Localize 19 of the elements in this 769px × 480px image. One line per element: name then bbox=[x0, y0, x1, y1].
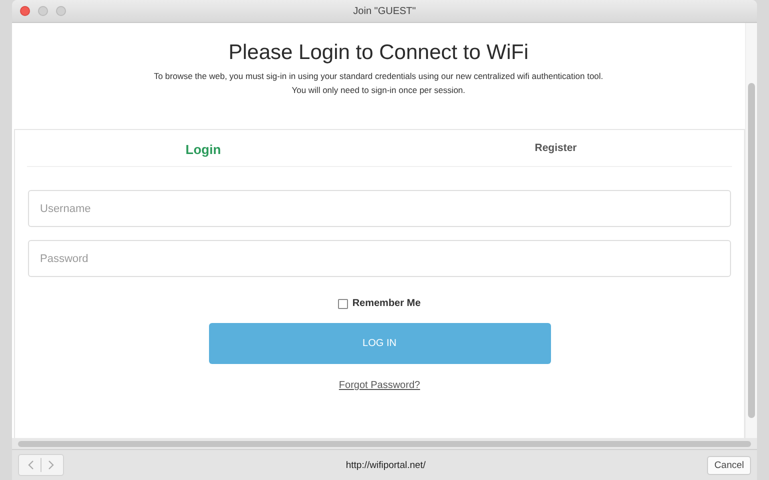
url-text: http://wifiportal.net/ bbox=[346, 460, 426, 470]
minimize-icon[interactable] bbox=[38, 6, 48, 16]
close-icon[interactable] bbox=[20, 6, 30, 16]
forgot-password-link[interactable]: Forgot Password? bbox=[338, 380, 420, 391]
navigation-buttons[interactable] bbox=[18, 454, 64, 476]
vertical-scrollbar[interactable] bbox=[745, 23, 757, 438]
window-title: Join "GUEST" bbox=[353, 6, 416, 16]
remember-label: Remember Me bbox=[352, 298, 421, 309]
input-field[interactable]: Password bbox=[28, 240, 731, 277]
zoom-icon[interactable] bbox=[56, 6, 66, 16]
cancel-button[interactable]: Cancel bbox=[707, 456, 751, 474]
input-field[interactable]: Username bbox=[28, 190, 731, 227]
checkbox[interactable] bbox=[338, 298, 348, 308]
tab[interactable]: Login bbox=[27, 130, 380, 166]
description-text: You will only need to sign-in once per session. bbox=[292, 85, 466, 95]
description-text: To browse the web, you must sig-in in using your standard credentials using our new centralized wifi authentication tool. bbox=[154, 71, 604, 81]
page-heading: Please Login to Connect to WiFi bbox=[228, 41, 528, 65]
horizontal-scrollbar[interactable] bbox=[18, 441, 751, 447]
tab[interactable]: Register bbox=[380, 130, 732, 166]
